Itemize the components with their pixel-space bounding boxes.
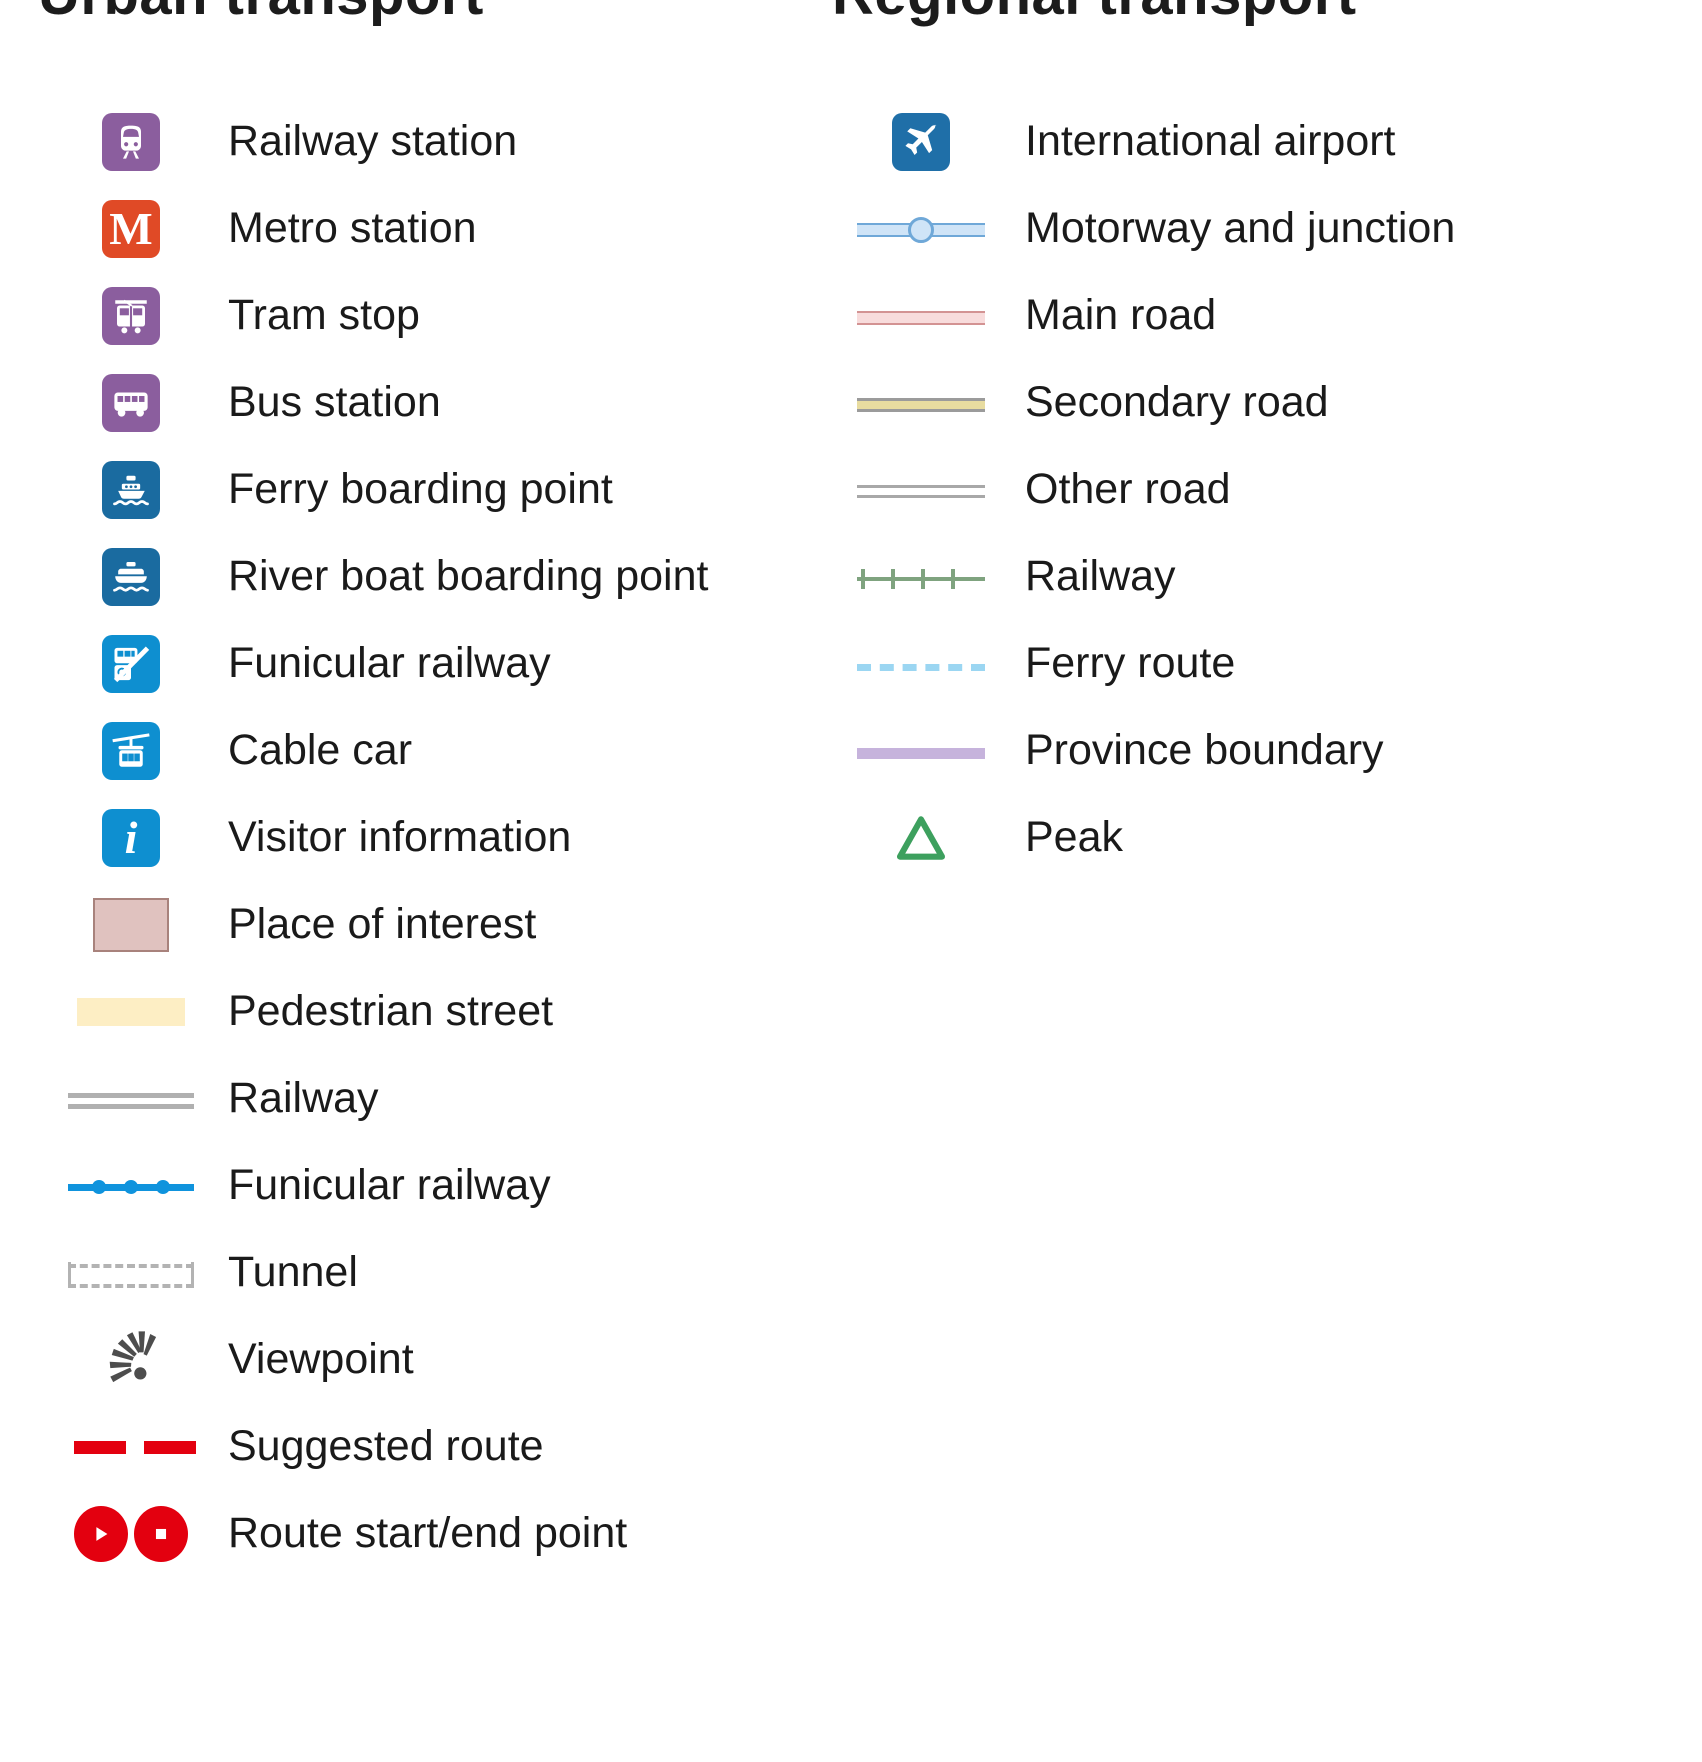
legend-item-label: Visitor information xyxy=(228,813,572,861)
regional-railway-swatch xyxy=(838,542,1003,612)
legend-item-label: Province boundary xyxy=(1025,726,1384,774)
legend-item: Main road xyxy=(790,272,1702,359)
ferry-boarding-point-icon xyxy=(56,455,206,525)
legend-item-label: Railway xyxy=(228,1074,379,1122)
legend-item: Place of interest xyxy=(0,881,790,968)
route-end-marker xyxy=(134,1505,188,1562)
legend-item-label: Metro station xyxy=(228,204,477,252)
legend-item-label: Funicular railway xyxy=(228,1161,551,1209)
railway-line-swatch xyxy=(56,1064,206,1134)
legend-item: International airport xyxy=(790,98,1702,185)
peak-icon xyxy=(838,803,1003,873)
cable-car-icon xyxy=(56,716,206,786)
legend-item-label: Tram stop xyxy=(228,291,420,339)
legend-item-label: Other road xyxy=(1025,465,1231,513)
river-boat-boarding-point-icon xyxy=(56,542,206,612)
legend-item: Tunnel xyxy=(0,1229,790,1316)
railway-station-icon xyxy=(56,107,206,177)
legend-item: Funicular railway xyxy=(0,1142,790,1229)
suggested-route-swatch xyxy=(56,1412,206,1482)
visitor-information-icon: i xyxy=(56,803,206,873)
legend-rows-urban: Railway station M Metro station Tram sto… xyxy=(0,80,790,1577)
legend-item: Railway xyxy=(0,1055,790,1142)
legend-item: Ferry boarding point xyxy=(0,446,790,533)
legend-item-label: Motorway and junction xyxy=(1025,204,1456,252)
pedestrian-street-swatch xyxy=(56,977,206,1047)
legend-item: Suggested route xyxy=(0,1403,790,1490)
section-heading-regional-transport: Regional transport xyxy=(790,0,1702,80)
legend-item-label: Funicular railway xyxy=(228,639,551,687)
legend-item-label: Peak xyxy=(1025,813,1124,861)
secondary-road-swatch xyxy=(838,368,1003,438)
ferry-route-swatch xyxy=(838,629,1003,699)
funicular-railway-icon xyxy=(56,629,206,699)
viewpoint-icon xyxy=(56,1325,206,1395)
legend-item-label: Bus station xyxy=(228,378,441,426)
legend-item: Peak xyxy=(790,794,1702,881)
legend-item-label: Suggested route xyxy=(228,1422,544,1470)
legend-item-label: Place of interest xyxy=(228,900,537,948)
legend-item-label: Tunnel xyxy=(228,1248,358,1296)
section-heading-urban-transport: Urban transport xyxy=(0,0,790,80)
legend-item: Other road xyxy=(790,446,1702,533)
legend-rows-regional: International airport Motorway and junct… xyxy=(790,80,1702,881)
legend-item: i Visitor information xyxy=(0,794,790,881)
metro-station-icon: M xyxy=(56,194,206,264)
legend-item: Secondary road xyxy=(790,359,1702,446)
legend-item-label: Cable car xyxy=(228,726,413,774)
place-of-interest-swatch xyxy=(56,890,206,960)
legend-item: Bus station xyxy=(0,359,790,446)
international-airport-icon xyxy=(838,107,1003,177)
legend-item-label: Route start/end point xyxy=(228,1509,628,1557)
legend-item: Route start/end point xyxy=(0,1490,790,1577)
legend-item-label: Pedestrian street xyxy=(228,987,554,1035)
section-heading-label: Regional transport xyxy=(832,0,1357,24)
legend-item-label: Main road xyxy=(1025,291,1217,339)
legend-item: Railway station xyxy=(0,98,790,185)
funicular-line-swatch xyxy=(56,1151,206,1221)
map-legend: Urban transport Railway station xyxy=(0,0,1702,1762)
legend-item-label: International airport xyxy=(1025,117,1396,165)
legend-item: Motorway and junction xyxy=(790,185,1702,272)
legend-item: Railway xyxy=(790,533,1702,620)
province-boundary-swatch xyxy=(838,716,1003,786)
legend-item: Funicular railway xyxy=(0,620,790,707)
bus-station-icon xyxy=(56,368,206,438)
junction-node-icon xyxy=(907,216,934,243)
tunnel-swatch xyxy=(56,1238,206,1308)
legend-column-regional-transport: Regional transport International airport xyxy=(790,0,1702,881)
legend-column-urban-transport: Urban transport Railway station xyxy=(0,0,790,1577)
legend-item-label: Railway station xyxy=(228,117,518,165)
legend-item: M Metro station xyxy=(0,185,790,272)
legend-item: Pedestrian street xyxy=(0,968,790,1055)
section-heading-label: Urban transport xyxy=(38,0,484,24)
tram-stop-icon xyxy=(56,281,206,351)
motorway-junction-swatch xyxy=(838,194,1003,264)
legend-item: Viewpoint xyxy=(0,1316,790,1403)
other-road-swatch xyxy=(838,455,1003,525)
route-start-end-icon xyxy=(56,1499,206,1569)
main-road-swatch xyxy=(838,281,1003,351)
legend-item: Tram stop xyxy=(0,272,790,359)
legend-item: River boat boarding point xyxy=(0,533,790,620)
legend-item-label: Ferry boarding point xyxy=(228,465,613,513)
route-start-marker xyxy=(74,1505,128,1562)
legend-item: Province boundary xyxy=(790,707,1702,794)
legend-item: Ferry route xyxy=(790,620,1702,707)
legend-item-label: Secondary road xyxy=(1025,378,1329,426)
legend-item: Cable car xyxy=(0,707,790,794)
legend-item-label: River boat boarding point xyxy=(228,552,709,600)
legend-item-label: Railway xyxy=(1025,552,1176,600)
legend-item-label: Ferry route xyxy=(1025,639,1236,687)
legend-item-label: Viewpoint xyxy=(228,1335,414,1383)
